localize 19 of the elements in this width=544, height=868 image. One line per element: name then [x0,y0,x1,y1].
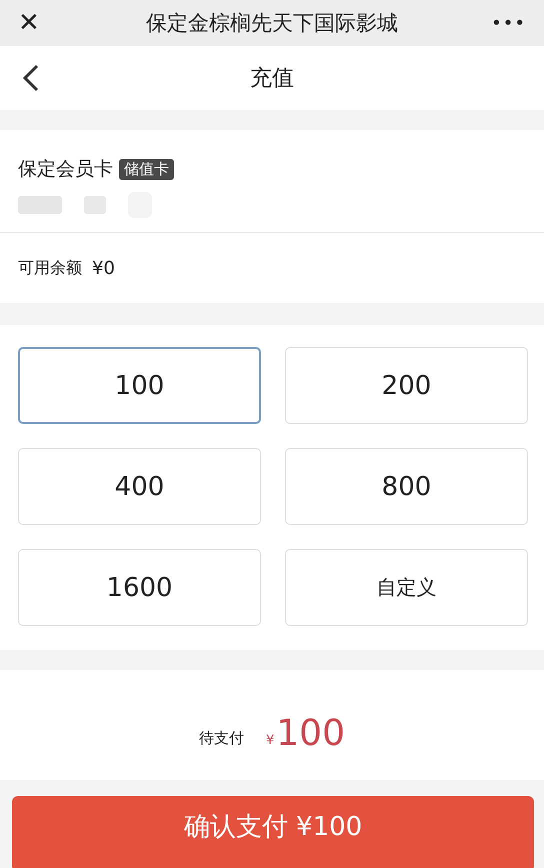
back-icon[interactable] [22,64,40,92]
window-title: 保定金棕榈先天下国际影城 [145,10,399,37]
card-name: 保定会员卡 [18,157,113,182]
currency-sign: ¥ [266,733,274,748]
amount-option[interactable]: 800 [285,448,528,525]
amount-option[interactable]: 100 [18,347,261,424]
balance-label: 可用余额 [18,258,82,278]
page-title: 充值 [250,65,294,93]
confirm-payment-button[interactable]: 确认支付 ¥100 [12,796,534,868]
amount-option[interactable]: 200 [285,347,528,424]
more-button[interactable]: ••• [486,12,526,34]
amount-option[interactable]: 自定义 [285,549,528,626]
amount-option[interactable]: 1600 [18,549,261,626]
card-type-tag: 储值卡 [119,158,174,180]
amount-option[interactable]: 400 [18,448,261,525]
payment-label: 待支付 [199,729,244,748]
balance-value: ¥0 [92,258,115,278]
payment-amount: 100 [276,716,345,752]
close-button[interactable]: ✕ [18,8,58,38]
